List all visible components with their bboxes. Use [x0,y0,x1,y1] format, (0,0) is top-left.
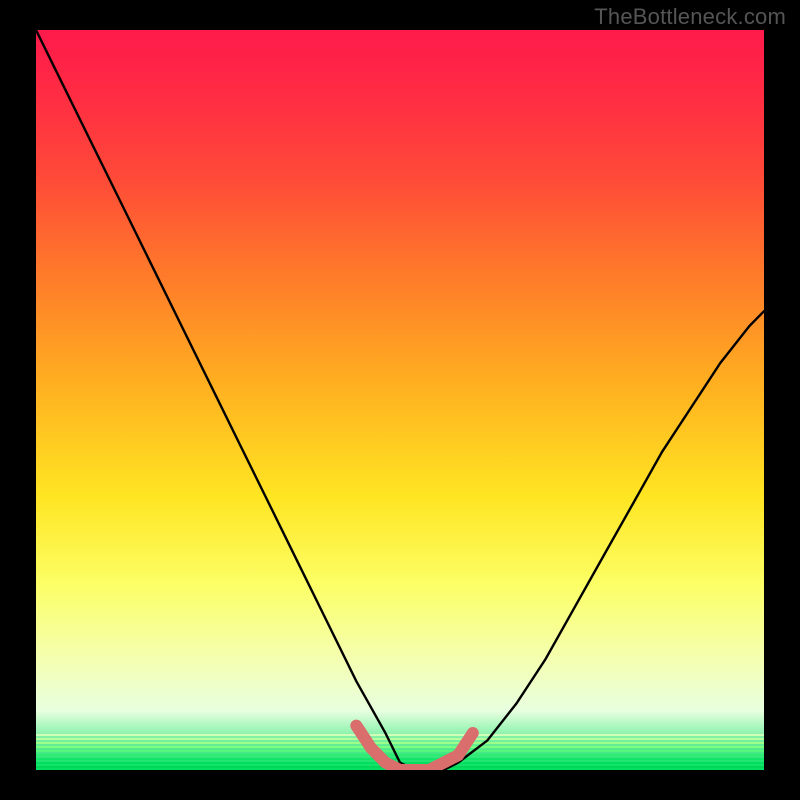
watermark-text: TheBottleneck.com [594,4,786,30]
curve-svg [36,30,764,770]
optimal-zone-highlight [356,726,473,770]
chart-canvas: TheBottleneck.com [0,0,800,800]
plot-area [36,30,764,770]
bottleneck-curve [36,30,764,770]
